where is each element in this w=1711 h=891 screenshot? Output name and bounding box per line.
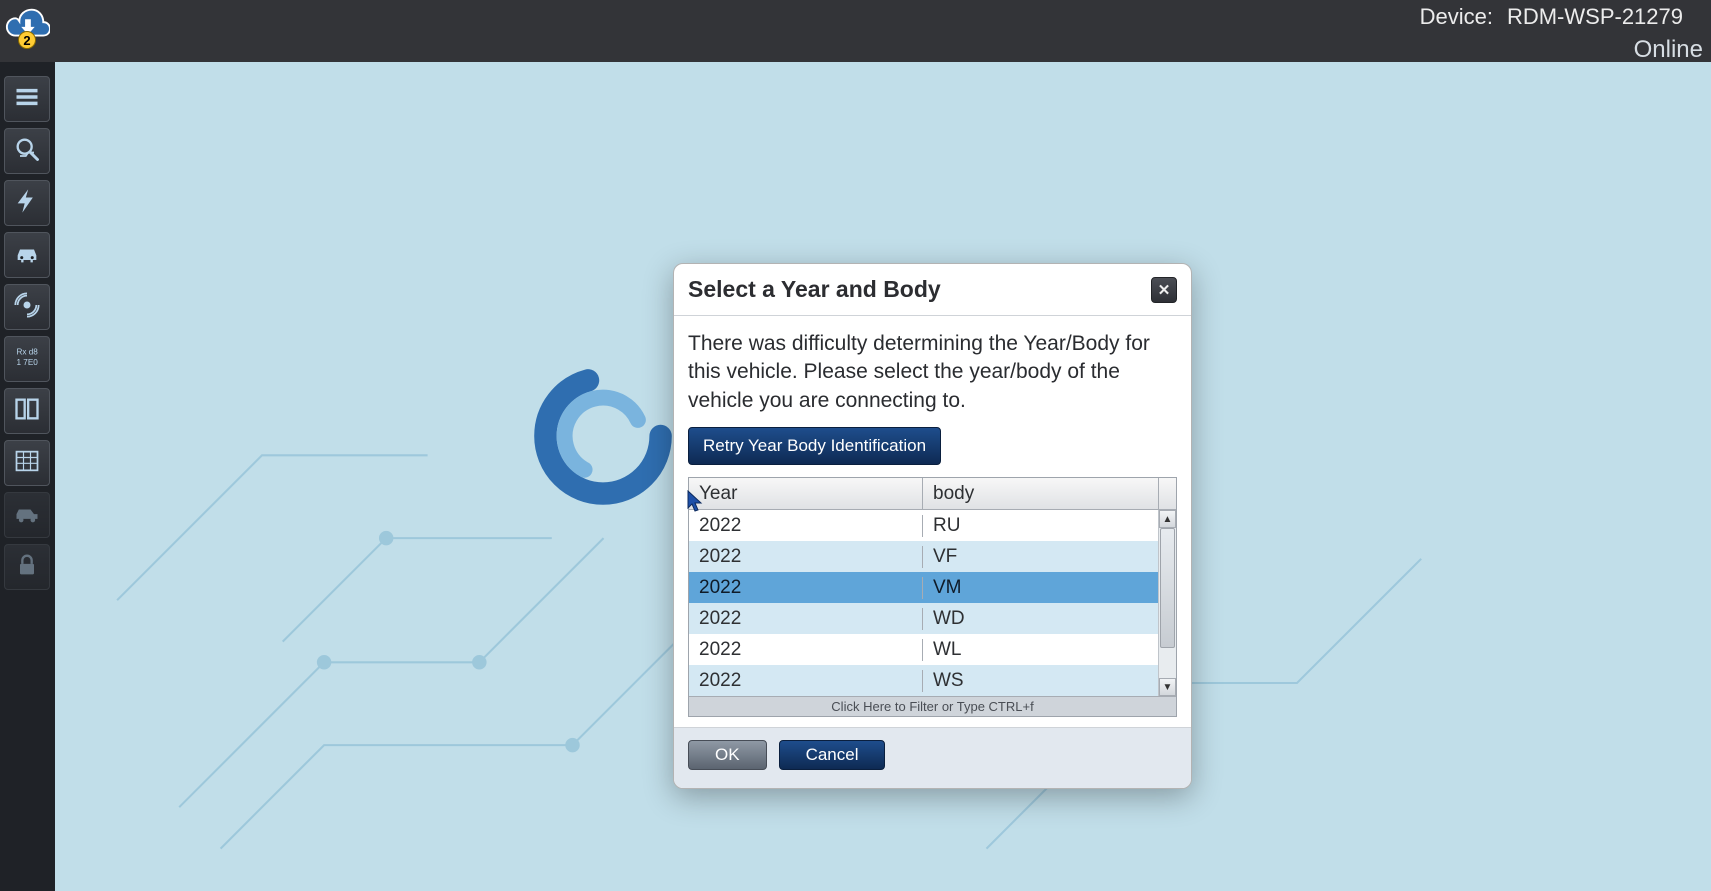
grid-header: Year body bbox=[689, 478, 1176, 510]
cell-year: 2022 bbox=[689, 577, 923, 599]
workspace: Select a Year and Body ✕ There was diffi… bbox=[55, 62, 1711, 891]
ok-button[interactable]: OK bbox=[688, 740, 767, 770]
online-status: Online bbox=[1634, 36, 1703, 64]
sidebar-radar-icon[interactable] bbox=[4, 284, 50, 330]
layout-icon bbox=[13, 395, 41, 428]
sidebar-diagnose-icon[interactable] bbox=[4, 128, 50, 174]
sidebar-menu-icon[interactable] bbox=[4, 76, 50, 122]
close-icon: ✕ bbox=[1158, 281, 1171, 299]
dialog-message: There was difficulty determining the Yea… bbox=[688, 330, 1177, 415]
device-value: RDM-WSP-21279 bbox=[1507, 4, 1683, 30]
table-row[interactable]: 2022VF bbox=[689, 541, 1176, 572]
cancel-button[interactable]: Cancel bbox=[779, 740, 886, 770]
table-row[interactable]: 2022RU bbox=[689, 510, 1176, 541]
sidebar-keypad-icon[interactable] bbox=[4, 440, 50, 486]
sidebar-lock-icon bbox=[4, 544, 50, 590]
grid-header-scroll-spacer bbox=[1158, 478, 1176, 509]
sidebar-data-codes-icon[interactable]: Rx d8 1 7E0 bbox=[4, 336, 50, 382]
dialog-footer: OK Cancel bbox=[674, 727, 1191, 788]
dialog-header: Select a Year and Body ✕ bbox=[674, 264, 1191, 315]
cell-year: 2022 bbox=[689, 670, 923, 692]
table-row[interactable]: 2022WD bbox=[689, 603, 1176, 634]
cell-year: 2022 bbox=[689, 515, 923, 537]
flash-icon bbox=[13, 187, 41, 220]
cell-body: WD bbox=[923, 608, 1176, 630]
data-codes-icon: Rx d8 1 7E0 bbox=[13, 343, 41, 376]
cell-body: VF bbox=[923, 546, 1176, 568]
vehicle-icon bbox=[13, 239, 41, 272]
dialog-body: There was difficulty determining the Yea… bbox=[674, 315, 1191, 727]
scroll-up-button[interactable]: ▲ bbox=[1159, 510, 1176, 528]
table-row[interactable]: 2022WS bbox=[689, 665, 1176, 696]
grid-rows: 2022RU2022VF2022VM2022WD2022WL2022WS ▲ ▼ bbox=[689, 510, 1176, 696]
table-row[interactable]: 2022VM bbox=[689, 572, 1176, 603]
loading-spinner-icon bbox=[523, 356, 683, 516]
top-bar: Device: RDM-WSP-21279 Online bbox=[0, 0, 1711, 62]
cell-body: WL bbox=[923, 639, 1176, 661]
sidebar-vehicle-icon[interactable] bbox=[4, 232, 50, 278]
close-button[interactable]: ✕ bbox=[1151, 277, 1177, 303]
cell-body: WS bbox=[923, 670, 1176, 692]
cell-body: VM bbox=[923, 577, 1176, 599]
cell-year: 2022 bbox=[689, 608, 923, 630]
svg-text:Rx d8: Rx d8 bbox=[17, 347, 39, 356]
dialog-title: Select a Year and Body bbox=[688, 276, 941, 303]
retry-button[interactable]: Retry Year Body Identification bbox=[688, 427, 941, 465]
radar-icon bbox=[13, 291, 41, 324]
column-header-body[interactable]: body bbox=[923, 478, 1158, 509]
sidebar-history-icon bbox=[4, 492, 50, 538]
column-header-year[interactable]: Year bbox=[689, 478, 923, 509]
scroll-track[interactable] bbox=[1159, 528, 1176, 678]
sidebar: Rx d8 1 7E0 bbox=[0, 62, 55, 891]
filter-bar[interactable]: Click Here to Filter or Type CTRL+f bbox=[689, 696, 1176, 716]
lock-icon bbox=[13, 551, 41, 584]
scroll-thumb[interactable] bbox=[1160, 528, 1175, 648]
select-year-body-dialog: Select a Year and Body ✕ There was diffi… bbox=[673, 263, 1192, 789]
menu-icon bbox=[13, 83, 41, 116]
table-row[interactable]: 2022WL bbox=[689, 634, 1176, 665]
badge-count: 2 bbox=[18, 31, 36, 49]
diagnose-icon bbox=[13, 135, 41, 168]
sidebar-layout-icon[interactable] bbox=[4, 388, 50, 434]
svg-text:1 7E0: 1 7E0 bbox=[17, 358, 39, 367]
grid-scrollbar[interactable]: ▲ ▼ bbox=[1158, 510, 1176, 696]
device-label: Device: bbox=[1420, 4, 1493, 30]
app-badge[interactable]: 2 bbox=[2, 2, 52, 52]
history-icon bbox=[13, 499, 41, 532]
keypad-icon bbox=[13, 447, 41, 480]
year-body-grid: Year body 2022RU2022VF2022VM2022WD2022WL… bbox=[688, 477, 1177, 717]
cell-year: 2022 bbox=[689, 546, 923, 568]
cell-year: 2022 bbox=[689, 639, 923, 661]
sidebar-flash-icon[interactable] bbox=[4, 180, 50, 226]
cell-body: RU bbox=[923, 515, 1176, 537]
scroll-down-button[interactable]: ▼ bbox=[1159, 678, 1176, 696]
